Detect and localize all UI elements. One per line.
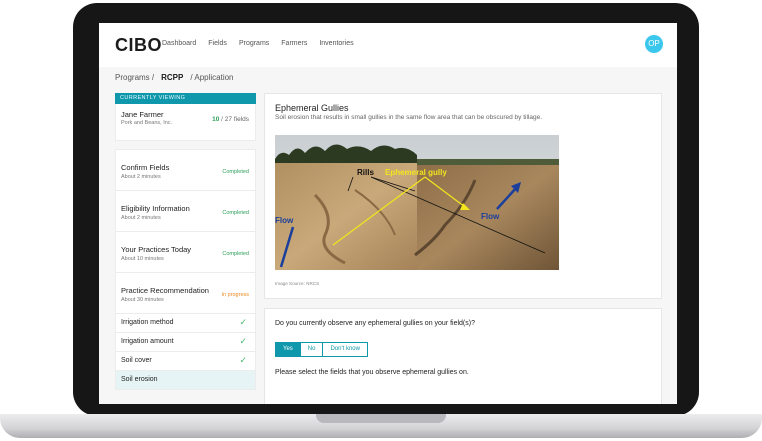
substep-label: Irrigation method bbox=[121, 319, 174, 326]
checkmark-icon: ✓ bbox=[239, 336, 247, 346]
step-confirm-fields[interactable]: Confirm Fields About 2 minutes Completed bbox=[115, 149, 256, 191]
substep-label: Irrigation amount bbox=[121, 338, 174, 345]
substep-soil-cover[interactable]: Soil cover ✓ bbox=[115, 352, 256, 371]
currently-viewing-header: CURRENTLY VIEWING bbox=[115, 93, 256, 104]
question-panel: Do you currently observe any ephemeral g… bbox=[264, 308, 662, 404]
step-title: Your Practices Today bbox=[121, 245, 192, 254]
step-title: Confirm Fields bbox=[121, 163, 170, 172]
fields-count: 10 bbox=[212, 116, 220, 123]
step-duration: About 30 minutes bbox=[121, 297, 164, 303]
step-status: Completed bbox=[222, 169, 249, 175]
ephemeral-gullies-panel: Ephemeral Gullies Soil erosion that resu… bbox=[264, 93, 662, 299]
answer-yes-button[interactable]: Yes bbox=[275, 342, 301, 357]
substep-soil-erosion[interactable]: Soil erosion bbox=[115, 371, 256, 390]
sidebar: CURRENTLY VIEWING Jane Farmer Pork and B… bbox=[115, 93, 256, 404]
info-title: Ephemeral Gullies bbox=[275, 103, 349, 113]
step-eligibility-information[interactable]: Eligibility Information About 2 minutes … bbox=[115, 191, 256, 232]
top-navigation-bar: CIBO Dashboard Fields Programs Farmers I… bbox=[99, 23, 677, 68]
farmer-field-count: 10 / 27 fields bbox=[212, 116, 249, 123]
nav-farmers[interactable]: Farmers bbox=[281, 40, 307, 47]
substep-label: Soil erosion bbox=[121, 376, 158, 383]
substep-irrigation-amount[interactable]: Irrigation amount ✓ bbox=[115, 333, 256, 352]
user-avatar[interactable]: OP bbox=[645, 35, 663, 53]
answer-no-button[interactable]: No bbox=[300, 342, 324, 357]
nav-inventories[interactable]: Inventories bbox=[319, 40, 353, 47]
step-duration: About 2 minutes bbox=[121, 174, 161, 180]
checkmark-icon: ✓ bbox=[239, 317, 247, 327]
step-status: Completed bbox=[222, 210, 249, 216]
flow-label-left: Flow bbox=[275, 216, 294, 225]
info-description: Soil erosion that results in small gulli… bbox=[275, 114, 543, 121]
page-content: Programs / RCPP / Application CURRENTLY … bbox=[99, 67, 677, 404]
breadcrumb-rcpp[interactable]: RCPP bbox=[161, 73, 183, 82]
app-screen: CIBO Dashboard Fields Programs Farmers I… bbox=[99, 23, 677, 404]
checkmark-icon: ✓ bbox=[239, 355, 247, 365]
farmer-name: Jane Farmer bbox=[121, 110, 164, 119]
gully-photo: Rills Ephemeral gully Flow Flow bbox=[275, 135, 559, 270]
step-title: Eligibility Information bbox=[121, 204, 190, 213]
step-duration: About 10 minutes bbox=[121, 256, 164, 262]
step-title: Practice Recommendation bbox=[121, 286, 209, 295]
step-practice-recommendation[interactable]: Practice Recommendation About 30 minutes… bbox=[115, 273, 256, 314]
step-list: Confirm Fields About 2 minutes Completed… bbox=[115, 149, 256, 390]
substep-irrigation-method[interactable]: Irrigation method ✓ bbox=[115, 314, 256, 333]
main-nav: Dashboard Fields Programs Farmers Invent… bbox=[162, 40, 354, 47]
breadcrumb: Programs / RCPP / Application bbox=[115, 73, 234, 82]
farmer-card[interactable]: Jane Farmer Pork and Beans, Inc. 10 / 27… bbox=[115, 104, 256, 141]
ephemeral-gully-label: Ephemeral gully bbox=[385, 168, 447, 177]
breadcrumb-application: / Application bbox=[190, 73, 234, 82]
step-your-practices-today[interactable]: Your Practices Today About 10 minutes Co… bbox=[115, 232, 256, 273]
rills-label: Rills bbox=[357, 168, 374, 177]
substep-label: Soil cover bbox=[121, 357, 152, 364]
step-duration: About 2 minutes bbox=[121, 215, 161, 221]
step-status: In progress bbox=[221, 292, 249, 298]
farmer-company: Pork and Beans, Inc. bbox=[121, 120, 173, 126]
image-source: Image Source: NRCS bbox=[275, 281, 320, 286]
breadcrumb-programs[interactable]: Programs / bbox=[115, 73, 154, 82]
answer-dont-know-button[interactable]: Don't know bbox=[323, 342, 368, 357]
app-logo[interactable]: CIBO bbox=[115, 35, 162, 56]
laptop-notch bbox=[316, 414, 446, 423]
nav-fields[interactable]: Fields bbox=[208, 40, 227, 47]
nav-programs[interactable]: Programs bbox=[239, 40, 269, 47]
nav-dashboard[interactable]: Dashboard bbox=[162, 40, 196, 47]
step-status: Completed bbox=[222, 251, 249, 257]
fields-total: / 27 fields bbox=[221, 116, 249, 123]
question-text: Do you currently observe any ephemeral g… bbox=[275, 320, 475, 327]
answer-options: Yes No Don't know bbox=[275, 342, 368, 357]
flow-label-right: Flow bbox=[481, 212, 500, 221]
field-selection-prompt: Please select the fields that you observ… bbox=[275, 369, 469, 376]
